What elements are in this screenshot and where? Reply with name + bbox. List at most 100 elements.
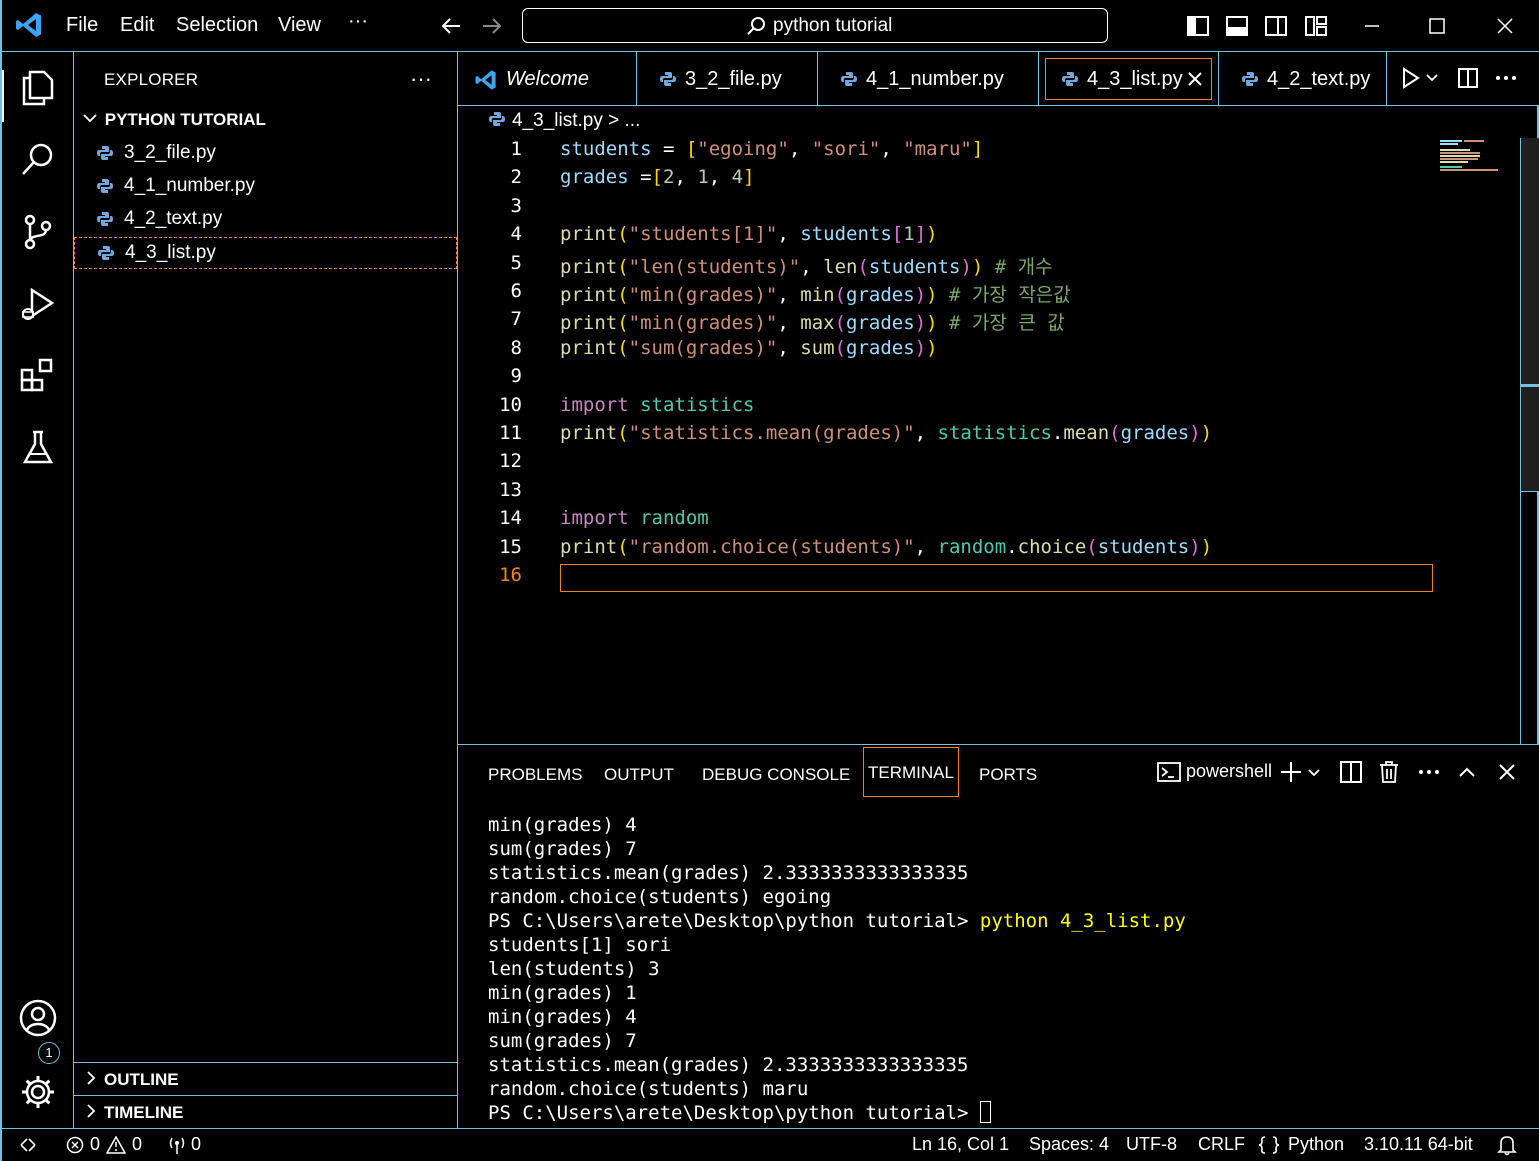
tab-output[interactable]: OUTPUT [604,765,674,785]
error-icon[interactable] [66,1136,84,1154]
code-line[interactable]: 12 [458,450,1521,478]
tab-4-1-number[interactable]: 4_1_number.py [818,52,1039,106]
close-tab-icon[interactable] [1185,69,1205,89]
new-terminal-plus-icon[interactable] [1278,759,1304,785]
code-token: , [788,138,812,160]
scrollbar-thumb[interactable] [1521,138,1539,492]
code-line[interactable]: 14 import random [458,507,1521,535]
code-line[interactable]: 2 grades =[2, 1, 4] [458,166,1521,194]
breadcrumb-file[interactable]: 4_3_list.py [512,110,603,131]
code-line[interactable]: 4 print("students[1]", students[1]) [458,223,1521,251]
tab-4-3-list-active[interactable]: 4_3_list.py [1039,52,1219,106]
command-center-search[interactable]: python tutorial [522,8,1108,43]
tab-ports[interactable]: PORTS [979,765,1037,785]
file-item[interactable]: 4_1_number.py [74,171,457,203]
run-and-debug-icon[interactable] [18,284,58,324]
toggle-primary-sidebar-icon[interactable] [1184,12,1212,40]
encoding[interactable]: UTF-8 [1126,1134,1177,1155]
code-token: ) [926,223,938,246]
forward-arrow-icon[interactable] [477,12,505,40]
minimap[interactable] [1440,138,1500,178]
terminal-prompt-line: PS C:\Users\arete\Desktop\python tutoria… [488,909,1186,933]
extensions-icon[interactable] [18,356,58,396]
chevron-down-icon[interactable] [1306,759,1322,785]
toggle-secondary-sidebar-icon[interactable] [1262,12,1290,40]
testing-flask-icon[interactable] [18,428,58,468]
menu-selection[interactable]: Selection [176,14,258,37]
split-terminal-icon[interactable] [1338,759,1364,785]
ports-count[interactable]: 0 [191,1134,201,1155]
code-token: import [560,507,629,530]
notifications-bell-icon[interactable] [1496,1134,1518,1156]
customize-layout-icon[interactable] [1302,12,1330,40]
more-actions-icon[interactable] [1494,66,1518,90]
menu-more[interactable]: ··· [348,10,368,33]
run-python-icon[interactable] [1398,66,1422,90]
tab-debug-console[interactable]: DEBUG CONSOLE [702,765,850,785]
tab-3-2-file[interactable]: 3_2_file.py [637,52,818,106]
language-mode[interactable]: Python [1288,1134,1344,1155]
explorer-more-actions[interactable]: ··· [410,66,432,92]
code-line[interactable]: 8 print("sum(grades)", sum(grades)) [458,337,1521,365]
maximize-icon[interactable] [1423,12,1451,40]
split-editor-icon[interactable] [1456,66,1480,90]
code-line[interactable]: 5 print("len(students)", len(students)) #… [458,252,1521,280]
search-view-icon[interactable] [18,140,58,180]
code-line[interactable]: 13 [458,479,1521,507]
minimize-icon[interactable] [1358,12,1386,40]
breadcrumb-symbol[interactable]: ... [625,110,641,131]
broadcast-ports-icon[interactable] [166,1135,188,1155]
code-token: = [651,138,686,160]
code-line[interactable]: 3 [458,195,1521,223]
back-arrow-icon[interactable] [438,12,466,40]
close-window-icon[interactable] [1491,12,1519,40]
indentation[interactable]: Spaces: 4 [1029,1134,1109,1155]
outline-section[interactable]: OUTLINE [74,1062,457,1095]
tab-welcome[interactable]: Welcome [458,52,637,106]
file-item[interactable]: 4_2_text.py [74,204,457,236]
tab-4-2-text[interactable]: 4_2_text.py [1219,52,1387,106]
breadcrumb[interactable]: 4_3_list.py > ... [488,110,640,132]
timeline-section[interactable]: TIMELINE [74,1095,457,1128]
file-item-selected[interactable]: 4_3_list.py [74,237,457,269]
file-item[interactable]: 3_2_file.py [74,138,457,170]
toggle-panel-icon[interactable] [1223,12,1251,40]
manage-gear-icon[interactable] [18,1072,58,1112]
terminal-output[interactable]: min(grades) 4 sum(grades) 7 statistics.m… [488,813,1186,1125]
cursor-position[interactable]: Ln 16, Col 1 [912,1134,1009,1155]
trash-icon[interactable] [1376,759,1402,785]
code-token: print [560,422,618,444]
terminal-shell-name[interactable]: powershell [1186,761,1272,782]
code-line[interactable]: 6 print("min(grades)", min(grades)) # 가장 … [458,280,1521,308]
menu-view[interactable]: View [278,14,321,37]
code-line[interactable]: 16 [458,564,1521,592]
tab-terminal[interactable]: TERMINAL [863,747,959,797]
accounts-icon[interactable] [18,998,58,1038]
more-actions-icon[interactable] [1416,759,1442,785]
maximize-panel-icon[interactable] [1454,759,1480,785]
file-name: 4_3_list.py [125,242,216,263]
terminal-final-prompt-line[interactable]: PS C:\Users\arete\Desktop\python tutoria… [488,1101,1186,1125]
code-line[interactable]: 10 import statistics [458,394,1521,422]
warning-icon[interactable] [106,1136,126,1154]
code-line[interactable]: 15 print("random.choice(students)", rando… [458,536,1521,564]
editor-scrollbar[interactable] [1520,138,1539,744]
error-count[interactable]: 0 [90,1134,100,1155]
code-line[interactable]: 9 [458,365,1521,393]
code-editor[interactable]: 1 students = ["egoing", "sori", "maru"] 2 g… [458,138,1521,744]
source-control-icon[interactable] [18,212,58,252]
menu-file[interactable]: File [66,14,98,37]
code-line[interactable]: 11 print("statistics.mean(grades)", stati… [458,422,1521,450]
menu-edit[interactable]: Edit [120,14,154,37]
python-interpreter[interactable]: 3.10.11 64-bit [1364,1134,1473,1155]
code-line[interactable]: 7 print("min(grades)", max(grades)) # 가장 … [458,308,1521,336]
code-line[interactable]: 1 students = ["egoing", "sori", "maru"] [458,138,1521,166]
remote-indicator-icon[interactable] [18,1135,38,1155]
explorer-icon[interactable] [18,68,58,108]
end-of-line[interactable]: CRLF [1198,1134,1245,1155]
warning-count[interactable]: 0 [132,1134,142,1155]
tab-problems[interactable]: PROBLEMS [488,765,582,785]
chevron-down-icon[interactable] [1424,66,1440,90]
folder-python-tutorial[interactable]: PYTHON TUTORIAL [82,110,266,130]
close-panel-icon[interactable] [1494,759,1520,785]
